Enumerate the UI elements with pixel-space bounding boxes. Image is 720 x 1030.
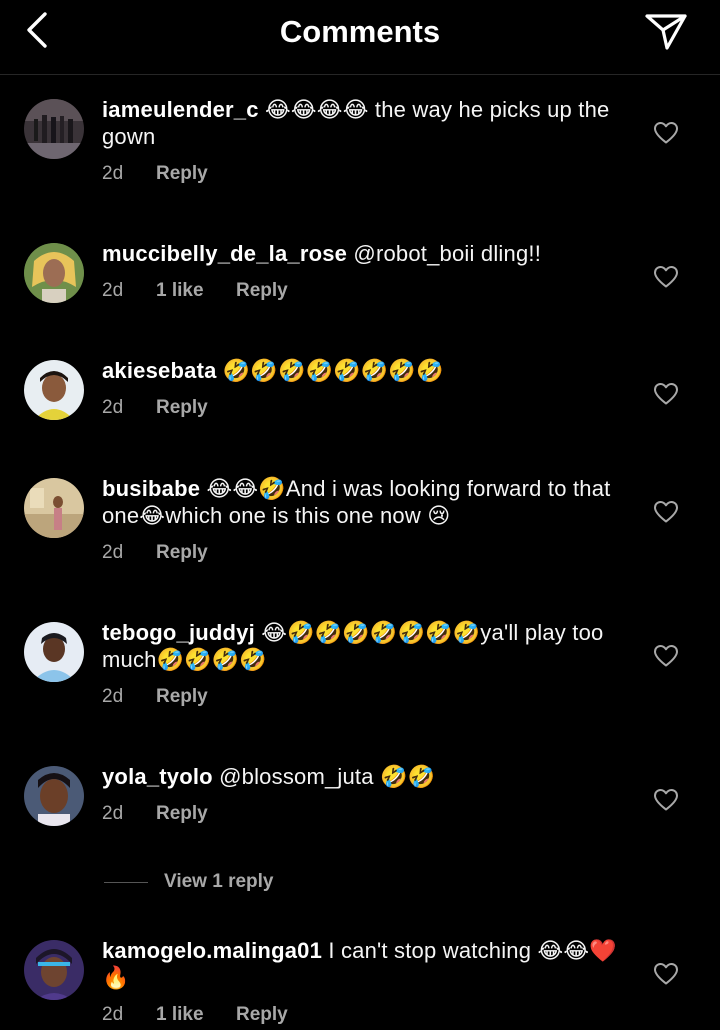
heart-icon [654,963,678,985]
comment-time: 2d [102,542,124,563]
back-button[interactable] [18,8,58,52]
comment-username[interactable]: akiesebata [102,358,217,383]
comment-username[interactable]: muccibelly_de_la_rose [102,241,347,266]
comment-body: kamogelo.malinga01 I can't stop watching… [102,937,622,991]
avatar[interactable] [24,99,84,159]
heart-icon [654,122,678,144]
heart-icon [654,789,678,811]
reply-button[interactable]: Reply [236,280,288,302]
comment-meta: 2d Reply [102,803,208,825]
comment-time: 2d [102,397,124,418]
avatar[interactable] [24,940,84,1000]
header-bar: Comments [0,0,720,75]
comment-time: 2d [102,803,124,824]
page-title: Comments [279,14,441,49]
comment-likes[interactable]: 1 like [156,280,236,302]
comment-body: iameulender_c 😂😂😂😂 the way he picks up t… [102,96,622,150]
like-button[interactable] [653,265,679,289]
comment-text: 🤣🤣🤣🤣🤣🤣🤣🤣 [216,358,444,383]
comment-meta: 2d Reply [102,542,208,564]
comment-body: yola_tyolo @blossom_juta 🤣🤣 [102,763,622,790]
avatar[interactable] [24,360,84,420]
paper-plane-icon [645,14,687,50]
comment-username[interactable]: kamogelo.malinga01 [102,938,322,963]
comment-meta: 2d Reply [102,686,208,708]
comment-time: 2d [102,163,124,184]
like-button[interactable] [653,644,679,668]
comment-meta: 2d Reply [102,397,208,419]
reply-button[interactable]: Reply [156,542,208,564]
comment-time: 2d [102,686,124,707]
like-button[interactable] [653,788,679,812]
heart-icon [654,266,678,288]
comment-username[interactable]: iameulender_c [102,97,259,122]
comment-meta: 2d 1 like Reply [102,280,288,302]
comment-body: tebogo_juddyj 😂🤣🤣🤣🤣🤣🤣🤣ya'll play too muc… [102,619,622,673]
comment-body: busibabe 😂😂🤣And i was looking forward to… [102,475,622,529]
comment-meta: 2d 1 like Reply [102,1004,288,1026]
reply-button[interactable]: Reply [236,1004,288,1026]
avatar[interactable] [24,243,84,303]
comment-meta: 2d Reply [102,163,208,185]
view-replies-label: View 1 reply [164,871,274,892]
comment-body: muccibelly_de_la_rose @robot_boii dling!… [102,240,622,267]
heart-icon [654,383,678,405]
heart-icon [654,645,678,667]
heart-icon [654,501,678,523]
comment-time: 2d [102,1004,124,1025]
reply-button[interactable]: Reply [156,686,208,708]
reply-button[interactable]: Reply [156,397,208,419]
avatar[interactable] [24,478,84,538]
like-button[interactable] [653,500,679,524]
avatar[interactable] [24,766,84,826]
share-button[interactable] [642,10,690,52]
reply-button[interactable]: Reply [156,163,208,185]
chevron-left-icon [27,12,47,48]
like-button[interactable] [653,121,679,145]
like-button[interactable] [653,382,679,406]
reply-button[interactable]: Reply [156,803,208,825]
thread-line [104,882,148,883]
comment-username[interactable]: yola_tyolo [102,764,213,789]
comment-username[interactable]: tebogo_juddyj [102,620,255,645]
comment-body: akiesebata 🤣🤣🤣🤣🤣🤣🤣🤣 [102,357,622,384]
avatar[interactable] [24,622,84,682]
comment-text: @robot_boii dling!! [347,241,542,266]
comment-likes[interactable]: 1 like [156,1004,236,1026]
comment-username[interactable]: busibabe [102,476,200,501]
comment-text: @blossom_juta 🤣🤣 [212,764,436,789]
like-button[interactable] [653,962,679,986]
comment-time: 2d [102,280,124,301]
